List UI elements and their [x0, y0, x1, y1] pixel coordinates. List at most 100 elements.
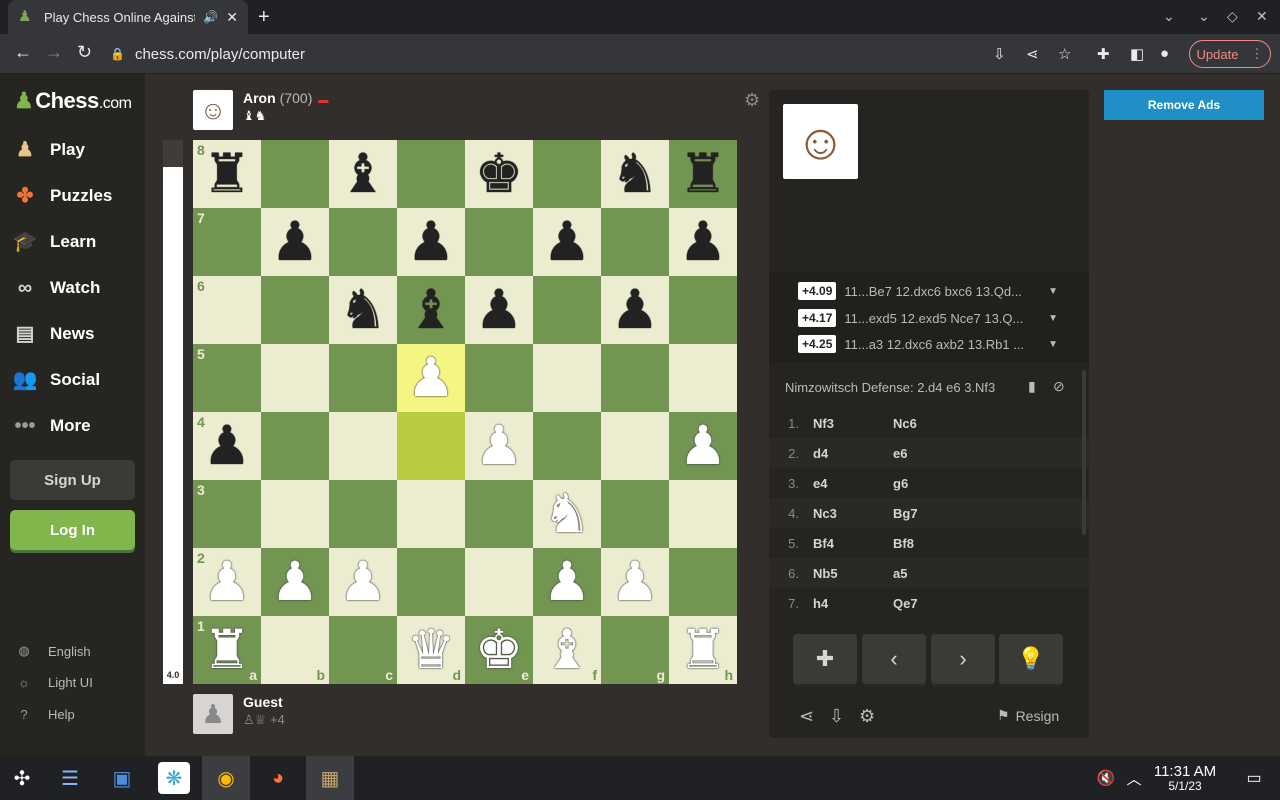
black-king-icon[interactable]: ♚	[475, 147, 523, 201]
chess-com-logo[interactable]: ♟Chess.com	[14, 88, 132, 114]
square-f1[interactable]: ♝ f	[533, 616, 601, 684]
square-d6[interactable]: ♝	[397, 276, 465, 344]
log-in-button[interactable]: Log In	[10, 510, 135, 550]
black-pawn-icon[interactable]: ♟	[679, 215, 727, 269]
square-g3[interactable]	[601, 480, 669, 548]
black-pawn-icon[interactable]: ♟	[203, 419, 251, 473]
sign-up-button[interactable]: Sign Up	[10, 460, 135, 500]
remove-ads-button[interactable]: Remove Ads	[1104, 90, 1264, 120]
close-window-icon[interactable]: ✕	[1256, 8, 1268, 25]
sidebar-item-play[interactable]: ♟ Play	[10, 130, 85, 170]
download-icon[interactable]: ⇩	[829, 706, 844, 727]
launcher-icon[interactable]: ✣	[6, 762, 38, 794]
black-move[interactable]: Nc6	[893, 416, 917, 431]
store-bag-icon[interactable]: ▣	[106, 762, 138, 794]
square-f5[interactable]	[533, 344, 601, 412]
black-pawn-icon[interactable]: ♟	[611, 283, 659, 337]
url-bar[interactable]: 🔒 chess.com/play/computer	[110, 39, 980, 69]
square-d2[interactable]	[397, 548, 465, 616]
white-move[interactable]: h4	[813, 596, 893, 611]
square-h4[interactable]: ♟	[669, 412, 737, 480]
forward-arrow-icon[interactable]: →	[45, 42, 63, 63]
white-queen-icon[interactable]: ♛	[407, 623, 455, 677]
white-bishop-icon[interactable]: ♝	[543, 623, 591, 677]
square-f6[interactable]	[533, 276, 601, 344]
square-g6[interactable]: ♟	[601, 276, 669, 344]
square-g7[interactable]	[601, 208, 669, 276]
black-pawn-icon[interactable]: ♟	[271, 215, 319, 269]
maximize-icon[interactable]: ◇	[1227, 8, 1238, 25]
square-c6[interactable]: ♞	[329, 276, 397, 344]
square-f2[interactable]: ♟	[533, 548, 601, 616]
square-c3[interactable]	[329, 480, 397, 548]
square-a1[interactable]: ♜ 1 a	[193, 616, 261, 684]
next-move-button[interactable]: ›	[931, 634, 995, 684]
square-f4[interactable]	[533, 412, 601, 480]
new-game-button[interactable]: ✚	[793, 634, 857, 684]
square-c1[interactable]: c	[329, 616, 397, 684]
profile-icon[interactable]: ●	[1160, 45, 1169, 62]
firefox-icon[interactable]: ◕	[262, 762, 294, 794]
sidebar-item-news[interactable]: ▤ News	[10, 314, 95, 354]
white-move[interactable]: Nc3	[813, 506, 893, 521]
engine-line[interactable]: +4.09 11...Be7 12.dxc6 bxc6 13.Qd... ▼	[798, 282, 1058, 300]
square-h2[interactable]	[669, 548, 737, 616]
square-h1[interactable]: ♜ h	[669, 616, 737, 684]
engine-line[interactable]: +4.17 11...exd5 12.exd5 Nce7 13.Q... ▼	[798, 309, 1058, 327]
side-panel-icon[interactable]: ◧	[1130, 45, 1144, 63]
square-d3[interactable]	[397, 480, 465, 548]
square-a4[interactable]: ♟ 4	[193, 412, 261, 480]
reload-icon[interactable]: ↻	[77, 42, 92, 63]
black-pawn-icon[interactable]: ♟	[407, 215, 455, 269]
hint-button[interactable]: 💡	[999, 634, 1063, 684]
black-move[interactable]: a5	[893, 566, 907, 581]
square-b7[interactable]: ♟	[261, 208, 329, 276]
black-pawn-icon[interactable]: ♟	[475, 283, 523, 337]
black-rook-icon[interactable]: ♜	[679, 147, 727, 201]
white-pawn-icon[interactable]: ♟	[203, 555, 251, 609]
white-pawn-icon[interactable]: ♟	[475, 419, 523, 473]
language-link[interactable]: ◍ English	[14, 643, 90, 659]
square-e8[interactable]: ♚	[465, 140, 533, 208]
sidebar-item-social[interactable]: 👥 Social	[10, 360, 101, 400]
square-h8[interactable]: ♜	[669, 140, 737, 208]
chrome-icon[interactable]: ◉	[202, 756, 250, 800]
archive-box-icon[interactable]: ▦	[306, 756, 354, 800]
back-arrow-icon[interactable]: ←	[14, 42, 32, 63]
resign-button[interactable]: ⚑ Resign	[997, 707, 1059, 724]
black-move[interactable]: Qe7	[893, 596, 918, 611]
white-pawn-icon[interactable]: ♟	[611, 555, 659, 609]
square-b4[interactable]	[261, 412, 329, 480]
chevron-down-icon[interactable]: ▼	[1048, 313, 1058, 324]
black-rook-icon[interactable]: ♜	[203, 147, 251, 201]
opponent-name[interactable]: Aron	[243, 90, 276, 106]
square-a8[interactable]: ♜ 8	[193, 140, 261, 208]
square-g1[interactable]: g	[601, 616, 669, 684]
compass-icon[interactable]: ⊘	[1053, 378, 1065, 395]
square-h3[interactable]	[669, 480, 737, 548]
square-h7[interactable]: ♟	[669, 208, 737, 276]
square-e6[interactable]: ♟	[465, 276, 533, 344]
move-list-scrollbar[interactable]	[1082, 370, 1086, 535]
black-knight-icon[interactable]: ♞	[611, 147, 659, 201]
square-f8[interactable]	[533, 140, 601, 208]
white-move[interactable]: Nf3	[813, 416, 893, 431]
black-move[interactable]: e6	[893, 446, 907, 461]
square-a5[interactable]: 5	[193, 344, 261, 412]
square-c2[interactable]: ♟	[329, 548, 397, 616]
square-c7[interactable]	[329, 208, 397, 276]
white-rook-icon[interactable]: ♜	[203, 623, 251, 677]
white-move[interactable]: d4	[813, 446, 893, 461]
white-knight-icon[interactable]: ♞	[543, 487, 591, 541]
black-bishop-icon[interactable]: ♝	[339, 147, 387, 201]
square-h6[interactable]	[669, 276, 737, 344]
square-g5[interactable]	[601, 344, 669, 412]
black-knight-icon[interactable]: ♞	[339, 283, 387, 337]
sidebar-item-learn[interactable]: 🎓 Learn	[10, 222, 97, 262]
bookmark-star-icon[interactable]: ☆	[1058, 45, 1071, 63]
square-a3[interactable]: 3	[193, 480, 261, 548]
black-move[interactable]: Bg7	[893, 506, 918, 521]
black-bishop-icon[interactable]: ♝	[407, 283, 455, 337]
square-e3[interactable]	[465, 480, 533, 548]
square-g2[interactable]: ♟	[601, 548, 669, 616]
